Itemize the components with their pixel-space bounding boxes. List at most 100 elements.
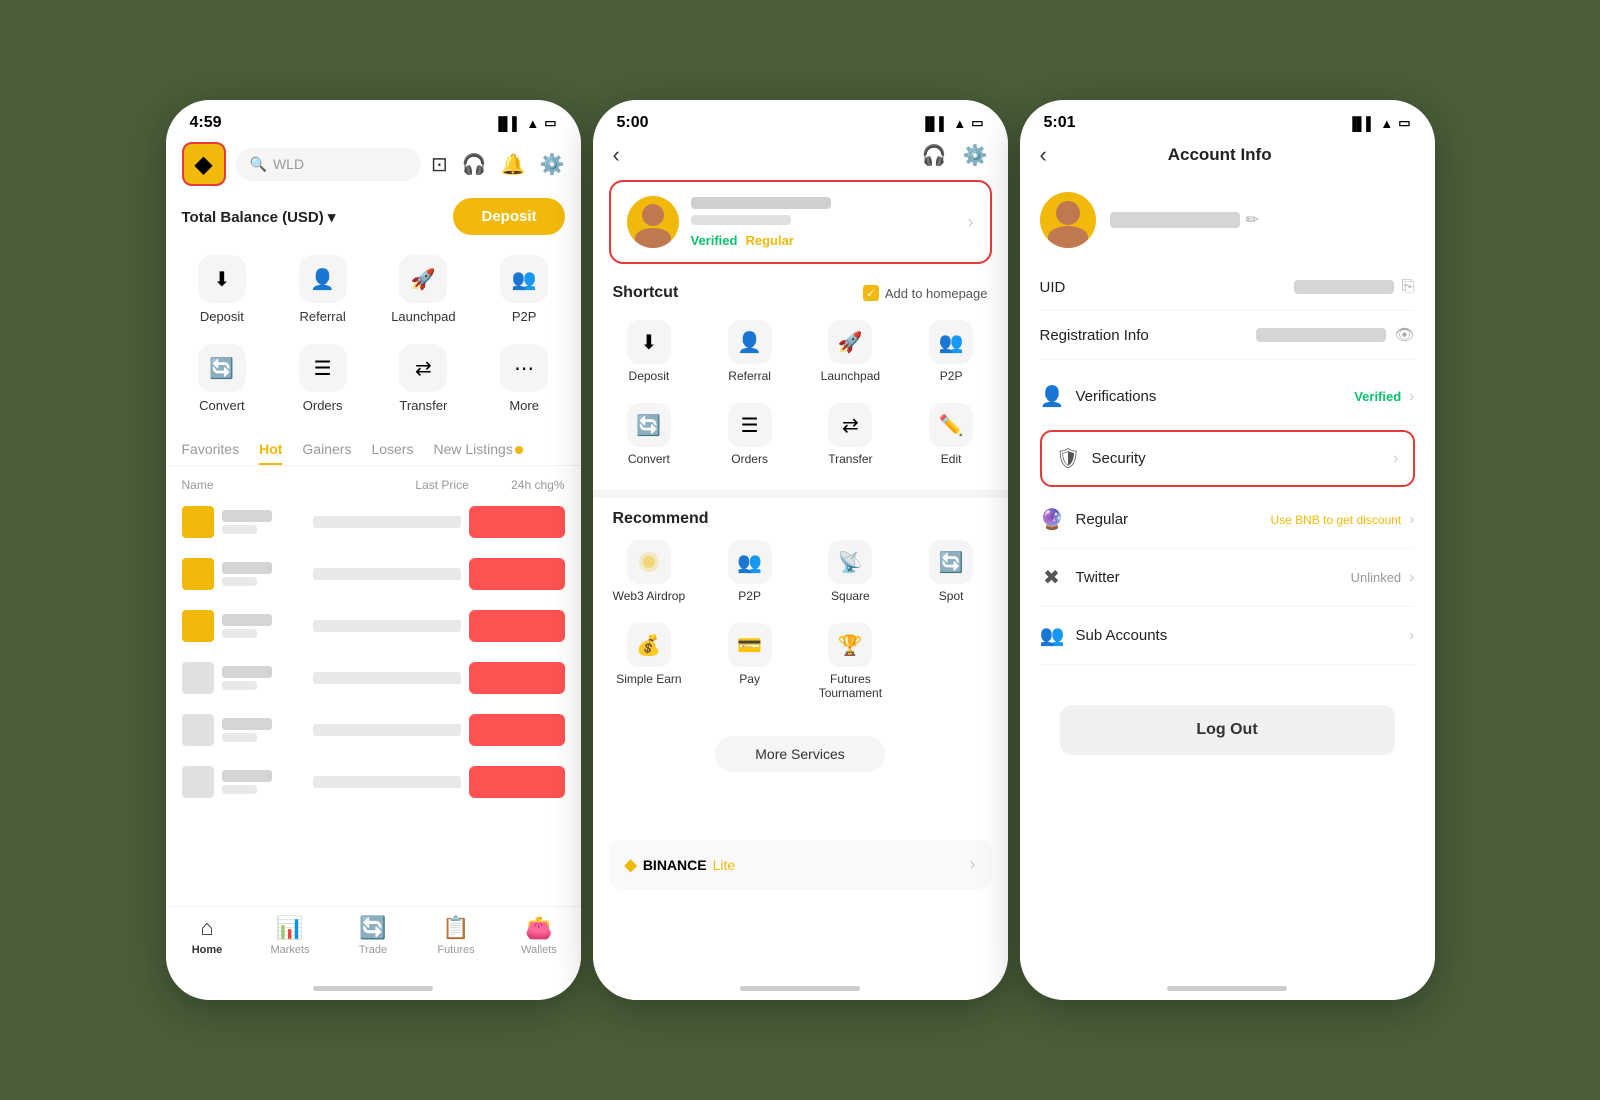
status-icons-3: ▐▌▌ ▲ ▭: [1348, 115, 1411, 131]
battery-icon: ▭: [544, 115, 556, 131]
balance-label[interactable]: Total Balance (USD) ▾: [182, 208, 336, 226]
table-row[interactable]: [166, 652, 581, 704]
search-placeholder: WLD: [273, 156, 304, 172]
shortcut-orders[interactable]: ☰ Orders: [701, 395, 798, 474]
sub-accounts-left: 👥 Sub Accounts: [1040, 623, 1168, 648]
search-bar[interactable]: 🔍 WLD: [236, 148, 422, 181]
logout-button[interactable]: Log Out: [1060, 705, 1395, 755]
logo-button[interactable]: ◆: [182, 142, 226, 186]
tab-new-listings[interactable]: New Listings: [433, 433, 522, 465]
recommend-futures[interactable]: 🏆 Futures Tournament: [802, 615, 899, 708]
nav-home-label: Home: [192, 944, 223, 956]
reg-info-blur: [1256, 328, 1386, 342]
sub-accounts-chevron-icon: ›: [1409, 627, 1414, 645]
transfer-label: Transfer: [399, 398, 447, 413]
shortcut-referral[interactable]: 👤 Referral: [701, 312, 798, 391]
coin-name-1: [222, 510, 272, 534]
futures-tournament-icon: 🏆: [828, 623, 872, 667]
regular-row[interactable]: 🔮 Regular Use BNB to get discount ›: [1040, 491, 1415, 549]
tab-gainers[interactable]: Gainers: [302, 433, 351, 465]
nav-wallets[interactable]: 👛 Wallets: [498, 915, 581, 956]
action-convert[interactable]: 🔄 Convert: [174, 336, 271, 421]
shortcut-convert-label: Convert: [628, 452, 670, 466]
twitter-row[interactable]: ✖ Twitter Unlinked ›: [1040, 549, 1415, 607]
tab-favorites[interactable]: Favorites: [182, 433, 240, 465]
uid-value-row: ⎘: [1294, 278, 1415, 296]
recommend-pay[interactable]: 💳 Pay: [701, 615, 798, 708]
copy-icon[interactable]: ⎘: [1402, 278, 1415, 296]
action-launchpad[interactable]: 🚀 Launchpad: [375, 247, 472, 332]
nav-home[interactable]: ⌂ Home: [166, 915, 249, 956]
action-transfer[interactable]: ⇄ Transfer: [375, 336, 472, 421]
coin-icon-5: [182, 714, 214, 746]
recommend-grid: Web3 Airdrop 👥 P2P 📡 Square 🔄 Spot: [593, 532, 1008, 720]
eye-icon[interactable]: 👁: [1394, 325, 1414, 345]
add-homepage-toggle[interactable]: ✓ Add to homepage: [863, 285, 988, 301]
action-deposit[interactable]: ⬇ Deposit: [174, 247, 271, 332]
coin-icon-2: [182, 558, 214, 590]
regular-left: 🔮 Regular: [1040, 507, 1129, 532]
edit-icon[interactable]: ✏: [1246, 210, 1259, 230]
recommend-earn[interactable]: 💰 Simple Earn: [601, 615, 698, 708]
bnb-icon: 🔮: [1040, 507, 1064, 532]
shortcut-deposit[interactable]: ⬇ Deposit: [601, 312, 698, 391]
headset-icon-2[interactable]: 🎧: [922, 143, 947, 168]
binance-text: BINANCE: [643, 857, 707, 873]
pay-icon: 💳: [728, 623, 772, 667]
table-row[interactable]: [166, 600, 581, 652]
referral-label: Referral: [300, 309, 346, 324]
shortcut-convert[interactable]: 🔄 Convert: [601, 395, 698, 474]
settings-icon[interactable]: ⚙️: [540, 152, 565, 177]
table-row[interactable]: [166, 548, 581, 600]
deposit-button[interactable]: Deposit: [453, 198, 564, 235]
orders-label: Orders: [303, 398, 343, 413]
shortcut-referral-icon: 👤: [728, 320, 772, 364]
shortcut-transfer[interactable]: ⇄ Transfer: [802, 395, 899, 474]
nav-markets[interactable]: 📊 Markets: [249, 915, 332, 956]
more-services-button[interactable]: More Services: [715, 736, 884, 772]
back-button-3[interactable]: ‹: [1040, 142, 1047, 168]
recommend-spot[interactable]: 🔄 Spot: [903, 532, 1000, 611]
recommend-web3[interactable]: Web3 Airdrop: [601, 532, 698, 611]
recommend-p2p[interactable]: 👥 P2P: [701, 532, 798, 611]
tab-losers[interactable]: Losers: [371, 433, 413, 465]
table-row[interactable]: [166, 704, 581, 756]
nav-futures[interactable]: 📋 Futures: [415, 915, 498, 956]
nav-futures-label: Futures: [437, 944, 474, 956]
screen3-phone: 5:01 ▐▌▌ ▲ ▭ ‹ Account Info: [1020, 100, 1435, 1000]
action-referral[interactable]: 👤 Referral: [274, 247, 371, 332]
action-more[interactable]: ⋯ More: [476, 336, 573, 421]
shortcut-edit[interactable]: ✏️ Edit: [903, 395, 1000, 474]
earn-icon: 💰: [627, 623, 671, 667]
profile-card[interactable]: Verified Regular ›: [609, 180, 992, 264]
bottom-nav: ⌂ Home 📊 Markets 🔄 Trade 📋 Futures 👛: [166, 906, 581, 976]
binance-lite-bar[interactable]: ◆ BINANCE Lite ›: [609, 840, 992, 889]
square-label: Square: [831, 589, 870, 603]
wifi-icon-2: ▲: [953, 116, 966, 131]
recommend-square[interactable]: 📡 Square: [802, 532, 899, 611]
tab-hot[interactable]: Hot: [259, 433, 282, 465]
coin-info-1: [182, 506, 314, 538]
nav-trade[interactable]: 🔄 Trade: [332, 915, 415, 956]
sub-accounts-row[interactable]: 👥 Sub Accounts ›: [1040, 607, 1415, 665]
action-orders[interactable]: ☰ Orders: [274, 336, 371, 421]
table-row[interactable]: [166, 496, 581, 548]
shortcut-p2p[interactable]: 👥 P2P: [903, 312, 1000, 391]
back-button-2[interactable]: ‹: [613, 142, 620, 168]
headset-icon[interactable]: 🎧: [462, 152, 487, 177]
home-indicator-3: [1020, 976, 1435, 1000]
scan-icon[interactable]: ⊡: [431, 152, 448, 177]
twitter-right: Unlinked ›: [1351, 569, 1415, 587]
table-row[interactable]: [166, 756, 581, 808]
action-p2p[interactable]: 👥 P2P: [476, 247, 573, 332]
bell-icon[interactable]: 🔔: [501, 152, 526, 177]
shortcut-launchpad[interactable]: 🚀 Launchpad: [802, 312, 899, 391]
security-row[interactable]: 🛡 Security ›: [1040, 430, 1415, 487]
chevron-icon: ›: [968, 212, 974, 233]
nav-markets-label: Markets: [270, 944, 309, 956]
settings-icon-2[interactable]: ⚙️: [963, 143, 988, 168]
verifications-row[interactable]: 👤 Verifications Verified ›: [1040, 368, 1415, 426]
change-badge-2: [469, 558, 565, 590]
launchpad-label: Launchpad: [391, 309, 455, 324]
sub-accounts-icon: 👥: [1040, 623, 1064, 648]
